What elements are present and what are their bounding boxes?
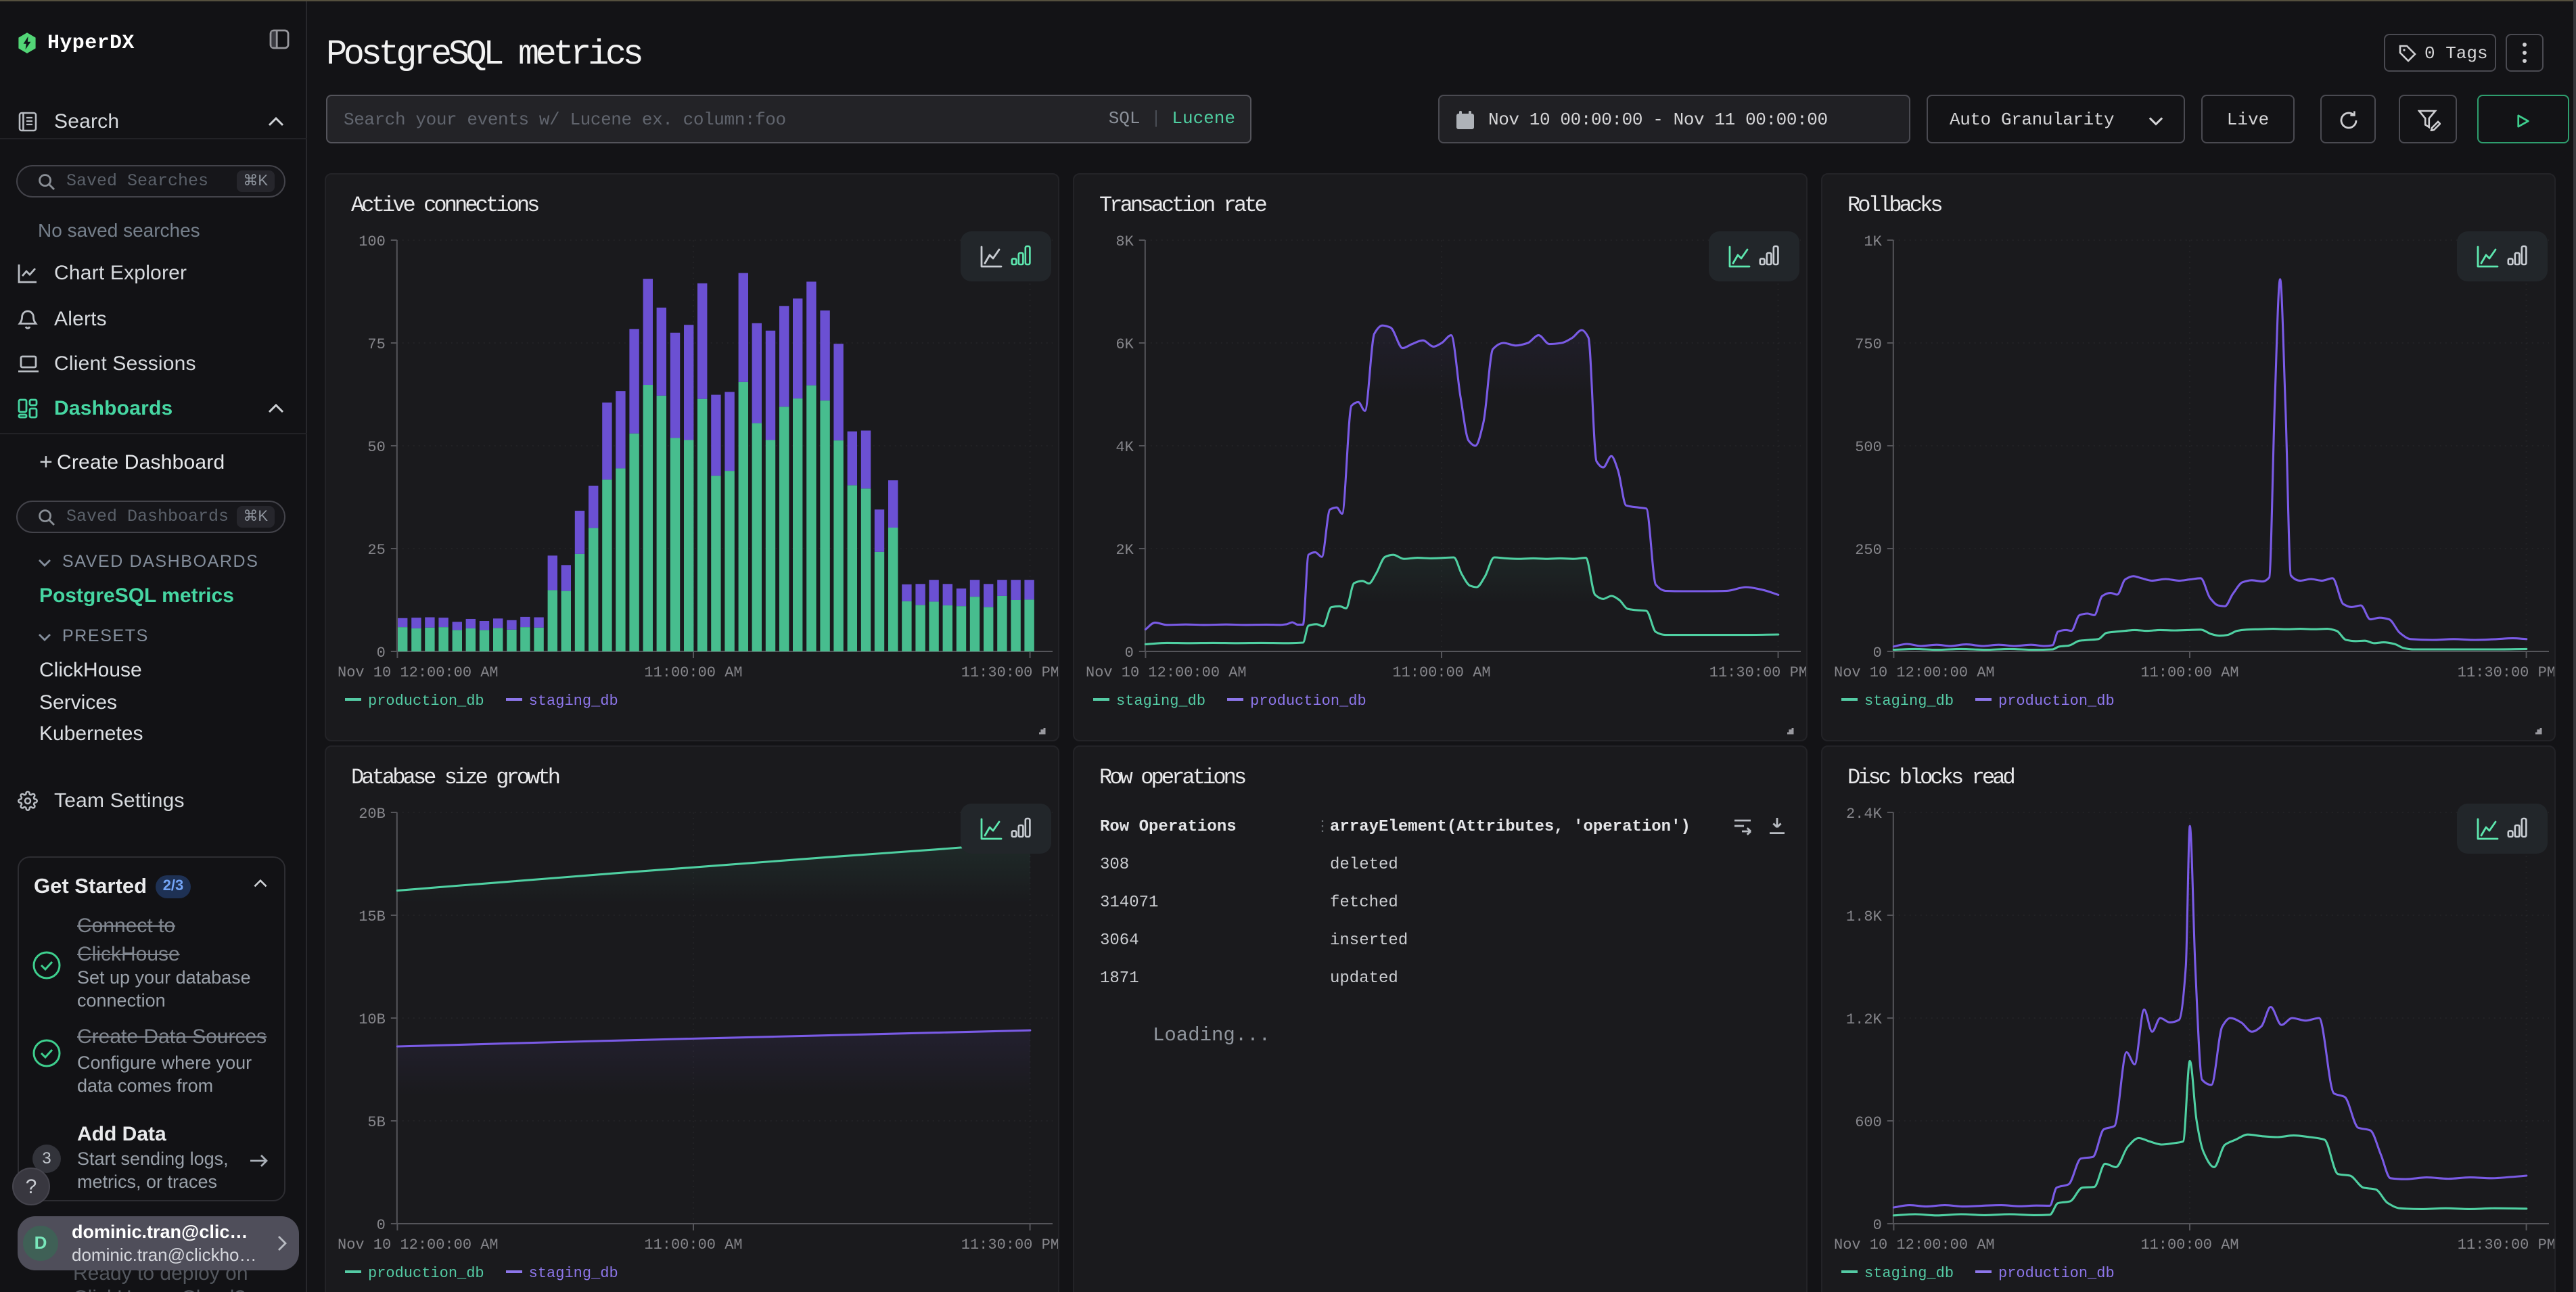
svg-text:8K: 8K xyxy=(1116,233,1134,250)
svg-text:Nov 10 12:00:00 AM: Nov 10 12:00:00 AM xyxy=(338,1237,499,1253)
svg-text:0: 0 xyxy=(1873,645,1882,662)
svg-text:2K: 2K xyxy=(1116,542,1134,559)
svg-text:11:00:00 AM: 11:00:00 AM xyxy=(644,1237,742,1253)
svg-text:11:00:00 AM: 11:00:00 AM xyxy=(644,664,742,681)
svg-text:11:30:00 PM: 11:30:00 PM xyxy=(1709,664,1808,681)
svg-text:Nov 10 12:00:00 AM: Nov 10 12:00:00 AM xyxy=(1086,664,1247,681)
svg-text:11:30:00 PM: 11:30:00 PM xyxy=(961,1237,1059,1253)
svg-text:Nov 10 12:00:00 AM: Nov 10 12:00:00 AM xyxy=(338,664,499,681)
svg-text:11:30:00 PM: 11:30:00 PM xyxy=(961,664,1059,681)
svg-text:2.4K: 2.4K xyxy=(1846,806,1883,823)
svg-text:11:00:00 AM: 11:00:00 AM xyxy=(2140,664,2238,681)
svg-text:500: 500 xyxy=(1855,439,1882,456)
svg-text:4K: 4K xyxy=(1116,439,1134,456)
svg-text:Nov 10 12:00:00 AM: Nov 10 12:00:00 AM xyxy=(1834,1237,1995,1253)
svg-text:5B: 5B xyxy=(367,1114,385,1131)
svg-text:250: 250 xyxy=(1855,542,1882,559)
svg-text:1K: 1K xyxy=(1864,233,1882,250)
svg-text:100: 100 xyxy=(359,233,386,250)
svg-text:15B: 15B xyxy=(359,908,386,925)
svg-text:25: 25 xyxy=(367,542,385,559)
svg-text:10B: 10B xyxy=(359,1011,386,1028)
svg-text:600: 600 xyxy=(1855,1114,1882,1131)
svg-text:1.8K: 1.8K xyxy=(1846,908,1883,925)
svg-text:11:00:00 AM: 11:00:00 AM xyxy=(1392,664,1490,681)
svg-text:11:00:00 AM: 11:00:00 AM xyxy=(2140,1237,2238,1253)
svg-text:0: 0 xyxy=(377,645,386,662)
svg-text:11:30:00 PM: 11:30:00 PM xyxy=(2458,664,2556,681)
svg-text:20B: 20B xyxy=(359,806,386,823)
svg-text:Nov 10 12:00:00 AM: Nov 10 12:00:00 AM xyxy=(1834,664,1995,681)
svg-text:75: 75 xyxy=(367,336,385,353)
svg-text:0: 0 xyxy=(1125,645,1134,662)
svg-text:11:30:00 PM: 11:30:00 PM xyxy=(2458,1237,2556,1253)
svg-text:1.2K: 1.2K xyxy=(1846,1011,1883,1028)
svg-text:750: 750 xyxy=(1855,336,1882,353)
svg-text:0: 0 xyxy=(377,1217,386,1234)
svg-text:50: 50 xyxy=(367,439,385,456)
svg-text:6K: 6K xyxy=(1116,336,1134,353)
svg-text:0: 0 xyxy=(1873,1217,1882,1234)
